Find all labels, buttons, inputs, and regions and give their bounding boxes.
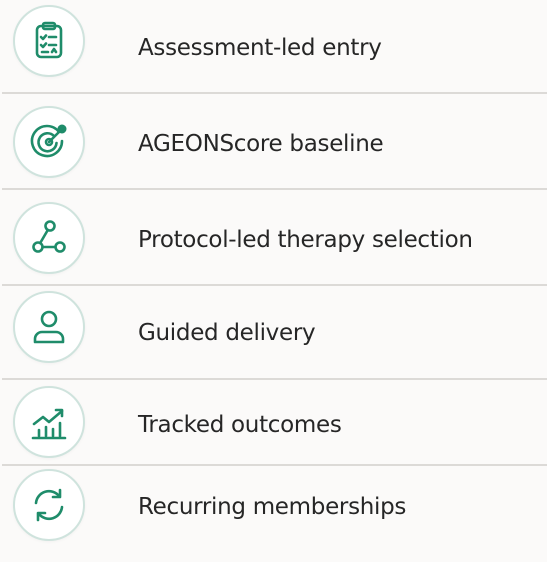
refresh-cycle-icon-badge bbox=[13, 469, 85, 541]
divider bbox=[2, 92, 547, 94]
divider bbox=[2, 188, 547, 190]
item-label-guided: Guided delivery bbox=[138, 320, 316, 346]
growth-chart-icon-badge bbox=[13, 386, 85, 458]
clipboard-checklist-icon-badge bbox=[13, 5, 85, 77]
feature-list: Assessment-led entry AGEONScore baseline bbox=[0, 0, 547, 541]
item-label-recurring: Recurring memberships bbox=[138, 494, 407, 520]
clipboard-checklist-icon bbox=[35, 21, 63, 59]
person-icon-badge bbox=[13, 291, 85, 363]
item-label-tracked: Tracked outcomes bbox=[138, 412, 342, 438]
refresh-cycle-icon bbox=[34, 488, 64, 522]
list-item: Tracked outcomes bbox=[0, 380, 547, 476]
target-dart-icon bbox=[30, 124, 67, 158]
item-label-ageonscore: AGEONScore baseline bbox=[138, 131, 384, 157]
list-item: Protocol-led therapy selection bbox=[0, 192, 547, 288]
divider bbox=[2, 284, 547, 286]
node-network-icon bbox=[32, 220, 66, 253]
list-item: Assessment-led entry bbox=[0, 0, 547, 96]
list-item: Recurring memberships bbox=[0, 466, 547, 562]
node-network-icon-badge bbox=[13, 202, 85, 274]
list-item: Guided delivery bbox=[0, 288, 547, 384]
item-label-protocol: Protocol-led therapy selection bbox=[138, 227, 473, 253]
item-label-assessment: Assessment-led entry bbox=[138, 35, 382, 61]
target-dart-icon-badge bbox=[13, 106, 85, 178]
list-item: AGEONScore baseline bbox=[0, 96, 547, 192]
person-icon bbox=[33, 310, 65, 344]
growth-chart-icon bbox=[31, 408, 67, 440]
